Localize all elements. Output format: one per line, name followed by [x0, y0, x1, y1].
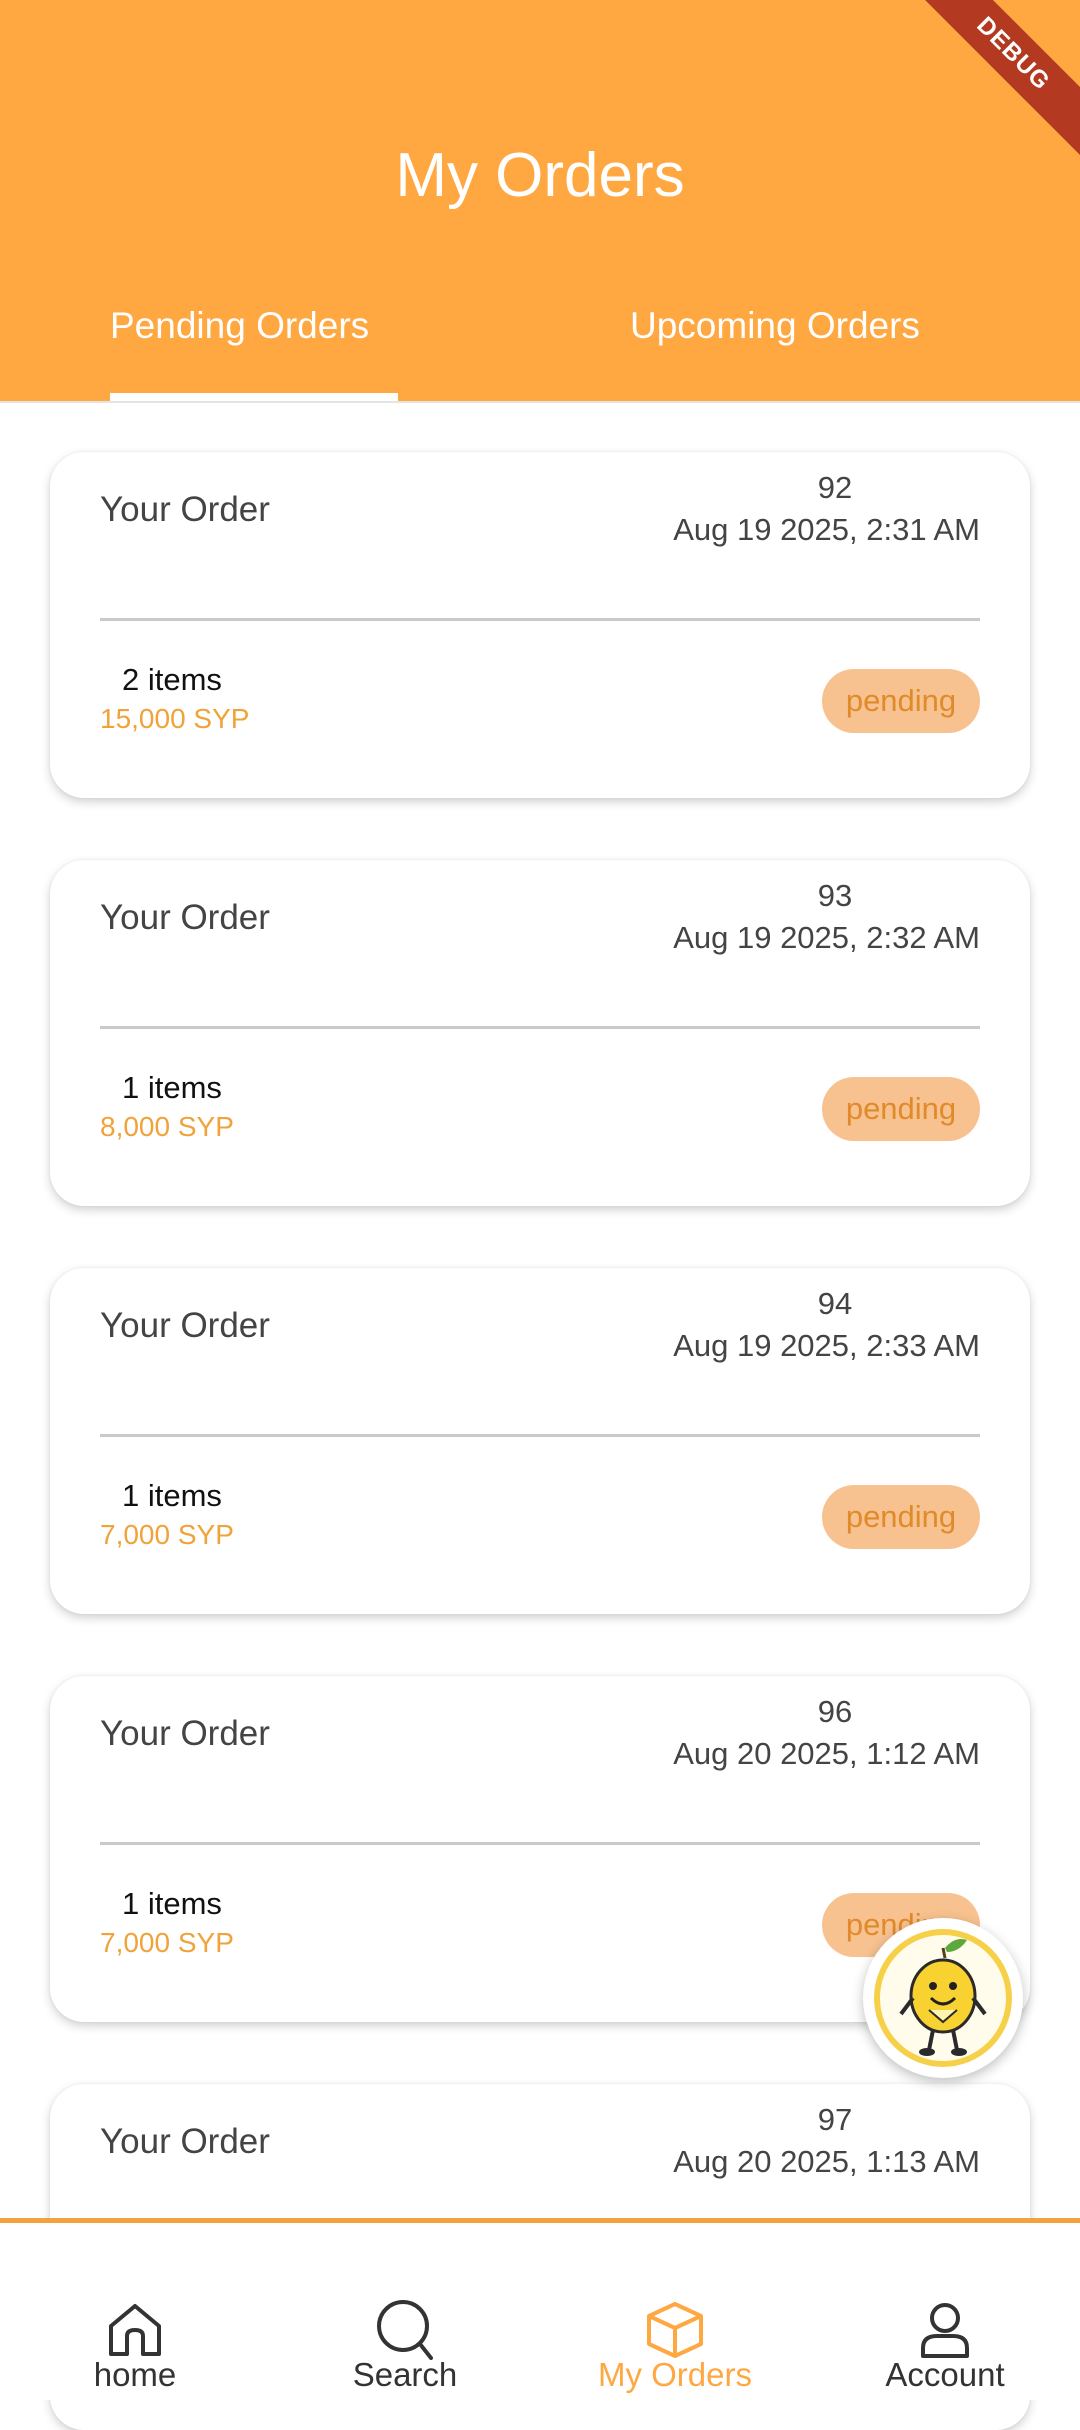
order-date: Aug 20 2025, 1:12 AM — [673, 1736, 980, 1771]
status-badge: pending — [822, 1485, 980, 1549]
order-title: Your Order — [100, 1306, 270, 1345]
order-id: 92 — [817, 470, 853, 505]
nav-label-my-orders: My Orders — [597, 2356, 752, 2393]
order-card[interactable]: Your Order 93 Aug 19 2025, 2:32 AM 1 ite… — [50, 860, 1030, 1206]
card-divider — [100, 1026, 980, 1029]
nav-item-search[interactable]: Search — [270, 2218, 540, 2400]
page-title: My Orders — [395, 141, 685, 210]
order-id: 96 — [817, 1694, 853, 1729]
order-price: 8,000 SYP — [100, 1111, 234, 1142]
order-title: Your Order — [100, 898, 270, 937]
nav-item-account[interactable]: Account — [810, 2218, 1080, 2400]
order-item-count: 1 items — [122, 1070, 222, 1105]
tab-divider — [0, 401, 1080, 403]
order-item-count: 1 items — [122, 1886, 222, 1921]
order-title: Your Order — [100, 1714, 270, 1753]
order-price: 15,000 SYP — [100, 703, 250, 734]
search-icon — [377, 2300, 433, 2360]
tab-upcoming-orders[interactable]: Upcoming Orders — [630, 305, 920, 347]
app-header: My Orders Pending Orders Upcoming Orders… — [0, 0, 1080, 401]
order-id: 94 — [817, 1286, 853, 1321]
debug-banner: DEBUG — [907, 0, 1080, 160]
order-date: Aug 20 2025, 1:13 AM — [673, 2144, 980, 2179]
user-icon — [921, 2303, 969, 2358]
status-badge: pending — [822, 669, 980, 733]
lemon-mascot-icon — [899, 1939, 987, 2056]
card-divider — [100, 1434, 980, 1437]
order-date: Aug 19 2025, 2:31 AM — [673, 512, 980, 547]
order-date: Aug 19 2025, 2:32 AM — [673, 920, 980, 955]
active-tab-indicator — [110, 393, 398, 401]
home-icon — [109, 2304, 161, 2356]
order-card[interactable]: Your Order 94 Aug 19 2025, 2:33 AM 1 ite… — [50, 1268, 1030, 1614]
card-divider — [100, 618, 980, 621]
nav-label-search: Search — [352, 2356, 458, 2393]
bottom-navigation: home Search My Orders Account — [0, 2218, 1080, 2400]
status-badge: pending — [822, 1077, 980, 1141]
assistant-fab-button[interactable] — [863, 1918, 1023, 2078]
order-title: Your Order — [100, 2122, 270, 2161]
order-date: Aug 19 2025, 2:33 AM — [673, 1328, 980, 1363]
box-icon — [647, 2302, 703, 2358]
nav-item-my-orders[interactable]: My Orders — [540, 2218, 810, 2400]
nav-item-home[interactable]: home — [0, 2218, 270, 2400]
order-id: 97 — [817, 2102, 853, 2137]
card-divider — [100, 1842, 980, 1845]
nav-label-home: home — [93, 2356, 177, 2393]
order-card[interactable]: Your Order 92 Aug 19 2025, 2:31 AM 2 ite… — [50, 452, 1030, 798]
order-price: 7,000 SYP — [100, 1927, 234, 1958]
order-price: 7,000 SYP — [100, 1519, 234, 1550]
order-id: 93 — [817, 878, 853, 913]
order-item-count: 1 items — [122, 1478, 222, 1513]
order-item-count: 2 items — [122, 662, 222, 697]
nav-label-account: Account — [885, 2356, 1005, 2393]
order-title: Your Order — [100, 490, 270, 529]
tab-pending-orders[interactable]: Pending Orders — [110, 305, 369, 347]
